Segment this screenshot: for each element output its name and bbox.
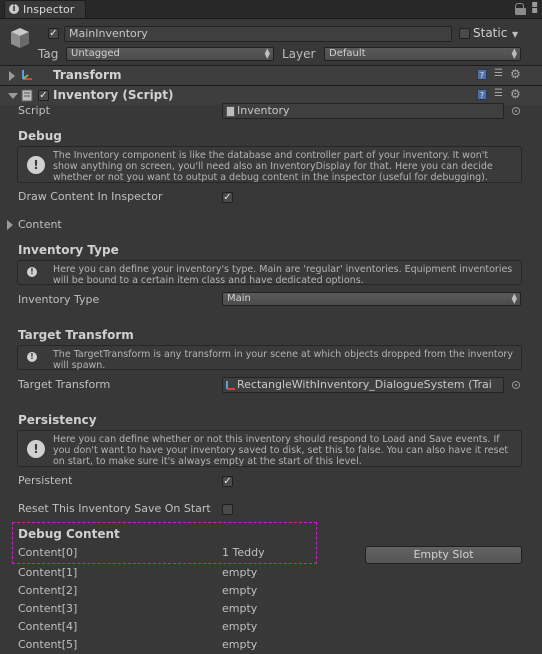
info-icon: i	[9, 4, 19, 14]
transform-icon	[22, 70, 32, 80]
static-label: Static	[473, 26, 508, 40]
tag-label: Tag	[38, 47, 59, 61]
tag-value: Untagged	[71, 48, 120, 59]
persistent-label: Persistent	[18, 474, 73, 487]
object-name-input[interactable]: MainInventory	[64, 26, 452, 42]
content-foldout-label[interactable]: Content	[18, 218, 62, 231]
reset-on-start-checkbox[interactable]	[222, 504, 233, 515]
content-row-value: empty	[222, 638, 258, 651]
script-field[interactable]: Inventory	[222, 103, 504, 119]
static-dropdown-icon[interactable]: ▼	[512, 30, 518, 39]
help-icon[interactable]: ?	[477, 69, 487, 80]
foldout-arrow-icon[interactable]	[8, 93, 18, 99]
debug-content-heading: Debug Content	[18, 527, 120, 541]
layer-dropdown[interactable]: Default ▲ ▼	[324, 47, 521, 61]
draw-content-checkbox[interactable]: ✓	[222, 192, 233, 203]
target-transform-field[interactable]: RectangleWithInventory_DialogueSystem (T…	[222, 377, 504, 393]
target-transform-heading: Target Transform	[18, 328, 134, 342]
lock-icon-body	[515, 8, 526, 15]
inventory-type-helpbox: ! Here you can define your inventory's t…	[17, 260, 522, 286]
debug-help-text: The Inventory component is like the data…	[53, 150, 493, 183]
script-icon	[21, 89, 33, 102]
gear-icon[interactable]: ⚙	[510, 88, 522, 100]
reset-on-start-label: Reset This Inventory Save On Start	[18, 502, 211, 515]
warning-icon: !	[27, 267, 37, 277]
warning-icon: !	[27, 440, 45, 458]
script-value: Inventory	[237, 104, 290, 117]
empty-slot-button[interactable]: Empty Slot	[365, 546, 522, 564]
persistency-heading: Persistency	[18, 413, 97, 427]
target-transform-help-text: The TargetTransform is any transform in …	[53, 349, 513, 371]
content-row-label: Content[0]	[18, 546, 78, 559]
transform-component-header[interactable]: Transform ? ☰ ⚙	[0, 65, 542, 85]
active-checkbox[interactable]: ✓	[48, 28, 59, 39]
layer-value: Default	[329, 48, 366, 59]
inventory-component-header[interactable]: ✓ Inventory (Script) ? ☰ ⚙	[0, 85, 542, 105]
persistent-checkbox[interactable]: ✓	[222, 476, 233, 487]
gear-icon[interactable]: ⚙	[510, 68, 522, 80]
warning-icon: !	[27, 156, 45, 174]
updown-arrow-icon: ▲ ▼	[511, 47, 517, 60]
content-row-value: empty	[222, 620, 258, 633]
transform-title: Transform	[53, 68, 122, 82]
content-row-label: Content[3]	[18, 602, 78, 615]
tab-label: Inspector	[23, 3, 75, 16]
presets-icon[interactable]: ☰	[494, 89, 505, 99]
presets-icon[interactable]: ☰	[494, 69, 505, 79]
target-transform-helpbox: ! The TargetTransform is any transform i…	[17, 345, 522, 371]
menu-icon[interactable]: ▪ ▪	[531, 0, 538, 16]
content-row-label: Content[2]	[18, 584, 78, 597]
content-row-value: empty	[222, 602, 258, 615]
help-icon[interactable]: ?	[477, 89, 487, 100]
inventory-type-dropdown[interactable]: Main ▲ ▼	[222, 292, 521, 306]
inventory-type-label: Inventory Type	[18, 293, 100, 306]
debug-heading: Debug	[18, 129, 62, 143]
script-label: Script	[18, 104, 50, 117]
gameobject-cube-icon	[11, 28, 29, 48]
layer-label: Layer	[282, 47, 316, 61]
tab-inspector[interactable]: i Inspector	[4, 0, 86, 18]
content-row-value: 1 Teddy	[222, 546, 265, 559]
content-foldout-icon[interactable]	[7, 220, 13, 230]
inventory-title: Inventory (Script)	[53, 88, 174, 102]
persistency-help-text: Here you can define whether or not this …	[53, 434, 509, 467]
updown-arrow-icon: ▲ ▼	[511, 292, 517, 305]
object-picker-icon[interactable]	[512, 107, 520, 115]
tag-dropdown[interactable]: Untagged ▲ ▼	[66, 47, 274, 61]
transform-icon	[226, 381, 235, 390]
warning-icon: !	[27, 352, 37, 362]
component-enabled-checkbox[interactable]: ✓	[38, 90, 49, 101]
inventory-type-value: Main	[227, 293, 251, 304]
inventory-type-heading: Inventory Type	[18, 243, 119, 257]
persistency-helpbox: ! Here you can define whether or not thi…	[17, 430, 522, 467]
content-row-label: Content[4]	[18, 620, 78, 633]
target-transform-value: RectangleWithInventory_DialogueSystem (T…	[237, 378, 492, 391]
updown-arrow-icon: ▲ ▼	[264, 47, 270, 60]
content-row-value: empty	[222, 566, 258, 579]
content-row-label: Content[5]	[18, 638, 78, 651]
static-checkbox[interactable]	[459, 28, 470, 39]
content-row-label: Content[1]	[18, 566, 78, 579]
inventory-type-help-text: Here you can define your inventory's typ…	[53, 264, 513, 286]
content-row-value: empty	[222, 584, 258, 597]
script-file-icon	[226, 106, 235, 117]
debug-helpbox: ! The Inventory component is like the da…	[17, 146, 522, 183]
draw-content-label: Draw Content In Inspector	[18, 190, 163, 203]
foldout-arrow-icon[interactable]	[9, 71, 15, 81]
target-transform-label: Target Transform	[18, 378, 111, 391]
object-picker-icon[interactable]	[512, 381, 520, 389]
